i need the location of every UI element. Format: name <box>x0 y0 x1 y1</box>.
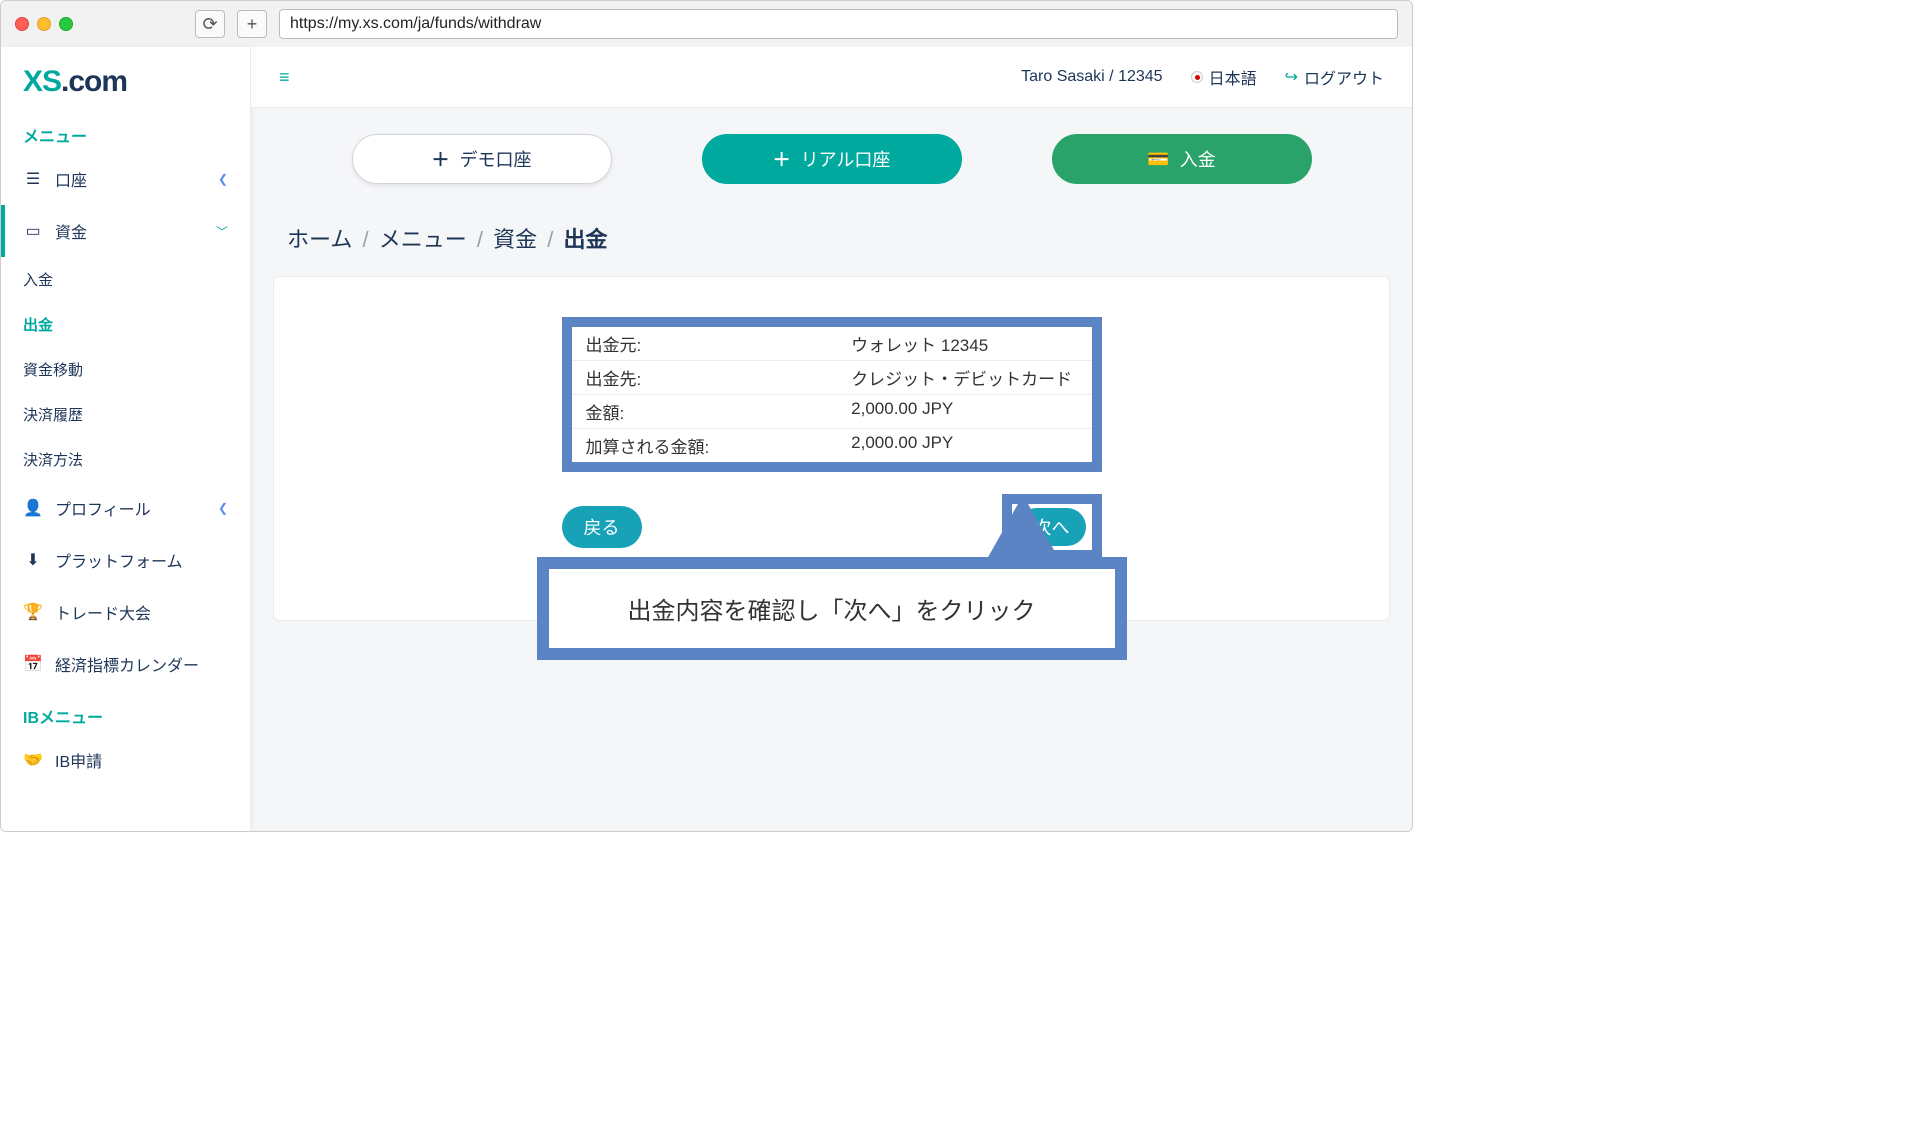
deposit-button[interactable]: 💳 入金 <box>1052 134 1312 184</box>
menu-heading-main: メニュー <box>1 109 250 153</box>
sidebar-item-label: プロフィール <box>55 496 151 520</box>
button-label: 入金 <box>1180 146 1216 172</box>
breadcrumb-separator: / <box>547 227 553 252</box>
summary-row-credited: 加算される金額: 2,000.00 JPY <box>572 429 1092 462</box>
breadcrumb-separator: / <box>477 227 483 252</box>
language-label: 日本語 <box>1209 65 1257 89</box>
logo: XS.com <box>1 47 250 109</box>
logout-icon: ↪ <box>1285 67 1298 87</box>
user-info: Taro Sasaki / 12345 <box>1021 68 1162 86</box>
sidebar-item-label: 資金 <box>55 219 87 243</box>
action-row: ＋ デモ口座 ＋ リアル口座 💳 入金 <box>251 108 1412 210</box>
address-bar[interactable]: https://my.xs.com/ja/funds/withdraw <box>279 9 1398 39</box>
demo-account-button[interactable]: ＋ デモ口座 <box>352 134 612 184</box>
sidebar-item-label: 口座 <box>55 167 87 191</box>
sidebar-item-calendar[interactable]: 📅 経済指標カレンダー <box>1 638 250 690</box>
main-content: ≡ Taro Sasaki / 12345 日本語 ↪ ログアウト ＋ <box>251 47 1412 831</box>
sidebar-item-label: 経済指標カレンダー <box>55 652 199 676</box>
summary-row-amount: 金額: 2,000.00 JPY <box>572 395 1092 429</box>
maximize-window-icon[interactable] <box>59 17 73 31</box>
sidebar-item-label: トレード大会 <box>55 600 151 624</box>
logo-xs: XS <box>23 65 61 98</box>
withdraw-confirm-card: 出金元: ウォレット 12345 出金先: クレジット・デビットカード 金額: … <box>273 276 1390 621</box>
sidebar-item-profile[interactable]: 👤 プロフィール ❮ <box>1 482 250 534</box>
language-switcher[interactable]: 日本語 <box>1191 65 1257 89</box>
breadcrumb-current: 出金 <box>564 227 608 252</box>
download-icon: ⬇ <box>23 550 43 570</box>
breadcrumb: ホーム / メニュー / 資金 / 出金 <box>251 210 1412 276</box>
plus-icon: ＋ <box>432 146 450 172</box>
reload-button[interactable]: ⟳ <box>195 10 225 38</box>
summary-label: 加算される金額: <box>586 433 852 458</box>
sidebar-sub-transfer[interactable]: 資金移動 <box>1 347 250 392</box>
summary-row-source: 出金元: ウォレット 12345 <box>572 327 1092 361</box>
back-button[interactable]: 戻る <box>562 506 642 548</box>
chevron-left-icon: ❮ <box>218 172 228 186</box>
logo-dotcom: .com <box>61 65 127 98</box>
menu-heading-ib: IBメニュー <box>1 690 250 734</box>
minimize-window-icon[interactable] <box>37 17 51 31</box>
new-tab-button[interactable]: + <box>237 10 267 38</box>
chevron-down-icon: ﹀ <box>216 223 228 240</box>
summary-label: 出金元: <box>586 331 852 356</box>
withdraw-summary-box: 出金元: ウォレット 12345 出金先: クレジット・デビットカード 金額: … <box>562 317 1102 472</box>
logout-label: ログアウト <box>1304 65 1384 89</box>
callout-text: 出金内容を確認し「次へ」をクリック <box>549 569 1115 648</box>
breadcrumb-funds[interactable]: 資金 <box>493 227 537 252</box>
summary-row-dest: 出金先: クレジット・デビットカード <box>572 361 1092 395</box>
real-account-button[interactable]: ＋ リアル口座 <box>702 134 962 184</box>
callout-pointer-icon <box>987 495 1059 559</box>
browser-toolbar: ⟳ + https://my.xs.com/ja/funds/withdraw <box>1 1 1412 47</box>
hamburger-icon[interactable]: ≡ <box>279 67 290 88</box>
summary-value: 2,000.00 JPY <box>851 433 1077 458</box>
wallet-icon: ▭ <box>23 221 43 241</box>
chevron-left-icon: ❮ <box>218 501 228 515</box>
logout-link[interactable]: ↪ ログアウト <box>1285 65 1384 89</box>
sidebar-sub-withdraw[interactable]: 出金 <box>1 302 250 347</box>
summary-label: 出金先: <box>586 365 852 390</box>
summary-label: 金額: <box>586 399 852 424</box>
japan-flag-icon <box>1191 71 1203 83</box>
accounts-icon: ☰ <box>23 169 43 189</box>
summary-value: ウォレット 12345 <box>851 331 1077 356</box>
close-window-icon[interactable] <box>15 17 29 31</box>
breadcrumb-home[interactable]: ホーム <box>287 227 352 252</box>
sidebar: XS.com メニュー ☰ 口座 ❮ ▭ 資金 ﹀ 入金 出金 資金移動 決済履… <box>1 47 251 831</box>
user-icon: 👤 <box>23 498 43 518</box>
handshake-icon: 🤝 <box>23 750 43 770</box>
sidebar-item-label: プラットフォーム <box>55 548 183 572</box>
card-icon: 💳 <box>1147 149 1169 170</box>
breadcrumb-separator: / <box>362 227 368 252</box>
sidebar-item-ib-apply[interactable]: 🤝 IB申請 <box>1 734 250 786</box>
calendar-icon: 📅 <box>23 654 43 674</box>
trophy-icon: 🏆 <box>23 602 43 622</box>
button-label: リアル口座 <box>801 146 891 172</box>
topbar: ≡ Taro Sasaki / 12345 日本語 ↪ ログアウト <box>251 47 1412 108</box>
breadcrumb-menu[interactable]: メニュー <box>379 227 467 252</box>
sidebar-sub-deposit[interactable]: 入金 <box>1 257 250 302</box>
sidebar-item-accounts[interactable]: ☰ 口座 ❮ <box>1 153 250 205</box>
plus-icon: ＋ <box>773 146 791 172</box>
instruction-callout: 出金内容を確認し「次へ」をクリック <box>537 557 1127 660</box>
sidebar-sub-history[interactable]: 決済履歴 <box>1 392 250 437</box>
window-controls <box>15 17 73 31</box>
summary-value: クレジット・デビットカード <box>851 365 1077 390</box>
sidebar-item-label: IB申請 <box>55 748 102 772</box>
sidebar-item-contest[interactable]: 🏆 トレード大会 <box>1 586 250 638</box>
sidebar-item-platform[interactable]: ⬇ プラットフォーム <box>1 534 250 586</box>
summary-value: 2,000.00 JPY <box>851 399 1077 424</box>
sidebar-sub-methods[interactable]: 決済方法 <box>1 437 250 482</box>
sidebar-item-funds[interactable]: ▭ 資金 ﹀ <box>1 205 250 257</box>
button-label: デモ口座 <box>460 146 532 172</box>
